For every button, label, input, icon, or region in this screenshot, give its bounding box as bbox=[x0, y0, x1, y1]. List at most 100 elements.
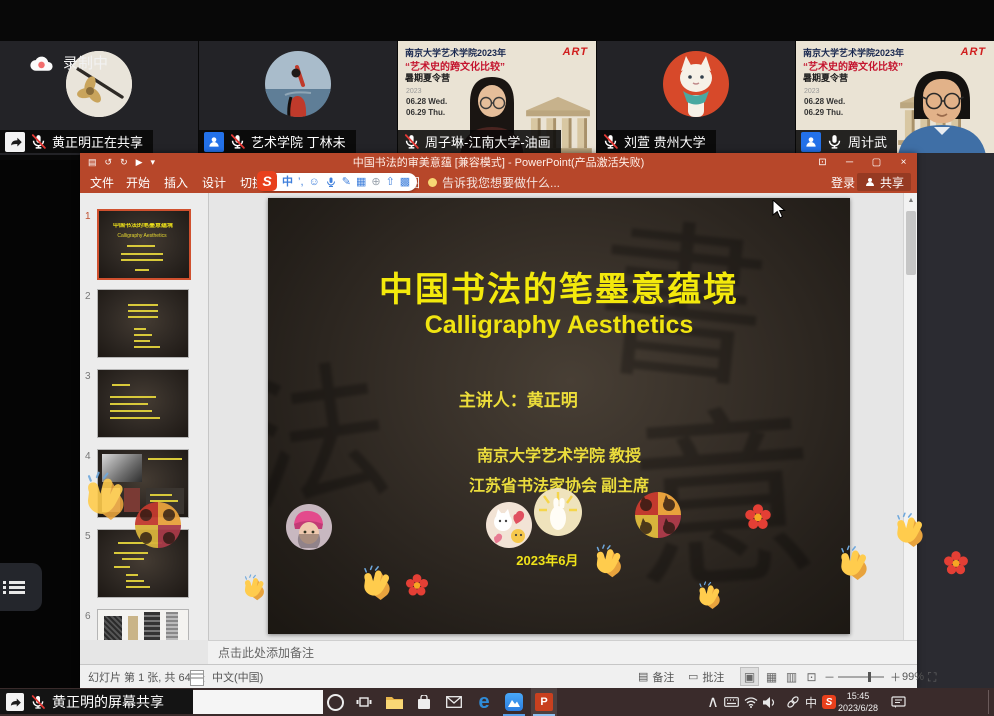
toolbox-icon[interactable]: ▩ bbox=[400, 173, 410, 191]
mic-muted-icon bbox=[602, 133, 619, 150]
network-icon[interactable] bbox=[742, 688, 760, 716]
zoom-slider-thumb[interactable] bbox=[868, 672, 871, 682]
clap-emoji bbox=[888, 512, 928, 552]
redo-button[interactable]: ↻ bbox=[120, 157, 128, 168]
ppt-title-bar: ▤ ↺ ↻ ▶ ▾ 中国书法的审美意蕴 [兼容模式] - PowerPoint(… bbox=[80, 153, 917, 171]
skin-icon[interactable]: ⇧ bbox=[386, 173, 395, 191]
normal-view-button[interactable]: ▣ bbox=[740, 667, 759, 686]
mail-icon[interactable] bbox=[441, 688, 467, 716]
fit-to-window-button[interactable]: ⛶ bbox=[928, 666, 936, 689]
scrollbar-thumb[interactable] bbox=[906, 211, 916, 275]
tab-insert[interactable]: 插入 bbox=[164, 171, 188, 193]
touch-keyboard-icon[interactable] bbox=[722, 688, 740, 716]
clap-emoji bbox=[238, 574, 268, 604]
person-icon bbox=[204, 132, 224, 152]
slide-title: 中国书法的笔墨意蕴境 bbox=[268, 262, 850, 311]
editor-scrollbar[interactable]: ▲ bbox=[903, 193, 917, 640]
cortana-icon[interactable] bbox=[322, 688, 348, 716]
keyboard-icon[interactable]: ▦ bbox=[356, 173, 366, 191]
comments-toggle-button[interactable]: ▭ 批注 bbox=[688, 665, 724, 688]
poster-year: 2023 bbox=[406, 88, 422, 95]
zoom-percentage[interactable]: 99% bbox=[902, 665, 924, 688]
slideshow-button[interactable]: ▶ bbox=[136, 157, 143, 168]
notes-toggle-label: 备注 bbox=[652, 669, 674, 685]
sogou-logo-icon[interactable]: S bbox=[257, 171, 277, 191]
video-strip: 黄正明正在共享 艺术学院 bbox=[0, 0, 994, 160]
video-tile-dinglinwei[interactable]: 艺术学院 丁林未 bbox=[199, 41, 397, 155]
restore-button[interactable]: ▢ bbox=[863, 153, 890, 171]
show-desktop-divider[interactable] bbox=[988, 690, 989, 714]
participant-panel-toggle[interactable] bbox=[0, 563, 42, 611]
slide-thumbnail-6[interactable] bbox=[97, 609, 189, 640]
language-indicator[interactable]: 中文(中国) bbox=[212, 665, 263, 688]
handwriting-pen-icon[interactable]: ✎ bbox=[342, 173, 351, 191]
notification-center-icon[interactable] bbox=[888, 688, 908, 716]
save-button[interactable]: ▤ bbox=[88, 157, 97, 168]
poster-date2: 06.29 Thu. bbox=[804, 108, 843, 117]
cloud-recording-icon bbox=[28, 53, 55, 73]
slide-thumbnail-panel[interactable]: 1 中国书法的笔墨意蕴境 Calligraphy Aesthetics 2 bbox=[80, 193, 209, 640]
tray-expand-icon[interactable]: ∧ bbox=[704, 688, 722, 716]
art-logo: ART bbox=[563, 46, 588, 58]
powerpoint-taskbar-icon[interactable]: P bbox=[531, 688, 557, 716]
participant-name-tag: 刘萱 贵州大学 bbox=[597, 130, 716, 153]
video-tile-zhouzilin[interactable]: 南京大学艺术学院2023年 “艺术史的跨文化比较” 暑期夏令营 2023 06.… bbox=[398, 41, 596, 155]
slide-thumbnail-2[interactable] bbox=[97, 289, 189, 358]
minimize-button[interactable]: ─ bbox=[836, 153, 863, 171]
file-explorer-icon[interactable] bbox=[381, 688, 407, 716]
zoom-slider[interactable] bbox=[838, 676, 884, 678]
voice-icon[interactable] bbox=[325, 176, 337, 188]
punctuation-icon[interactable]: ’, bbox=[298, 173, 304, 191]
ime-language-indicator[interactable]: 中 bbox=[802, 688, 820, 716]
ppt-letter: P bbox=[535, 693, 553, 711]
clock-date: 2023/6/28 bbox=[836, 702, 880, 714]
link-icon[interactable] bbox=[784, 688, 802, 716]
screenshot-icon[interactable]: ⊕ bbox=[371, 173, 380, 191]
close-button[interactable]: × bbox=[890, 153, 917, 171]
ribbon-display-options-button[interactable]: ⊡ bbox=[809, 153, 836, 171]
qat-dropdown[interactable]: ▾ bbox=[151, 157, 156, 168]
mic-on-icon bbox=[826, 133, 843, 150]
microsoft-store-icon[interactable] bbox=[411, 688, 437, 716]
spellcheck-icon[interactable] bbox=[190, 670, 204, 686]
reaction-sticker-popart-cats bbox=[635, 492, 681, 538]
notes-toggle-button[interactable]: ▤ 备注 bbox=[638, 665, 674, 688]
sogou-ime-toolbar[interactable]: S 中 ’, ☺ ✎ ▦ ⊕ ⇧ ▩ bbox=[257, 173, 417, 191]
zoom-in-button[interactable]: ＋ bbox=[890, 665, 901, 688]
emoji-icon[interactable]: ☺ bbox=[309, 173, 320, 191]
desktop-background bbox=[917, 153, 994, 688]
slide-subtitle: Calligraphy Aesthetics bbox=[268, 311, 850, 340]
sign-in-button[interactable]: 登录 bbox=[831, 171, 855, 193]
volume-icon[interactable] bbox=[760, 688, 778, 716]
taskbar-search-box[interactable] bbox=[193, 690, 323, 714]
notes-pane[interactable]: 点击此处添加备注 bbox=[208, 640, 917, 664]
zoom-out-button[interactable]: － bbox=[824, 665, 835, 688]
taskbar-clock[interactable]: 15:45 2023/6/28 bbox=[836, 690, 880, 714]
scroll-up-arrow[interactable]: ▲ bbox=[904, 193, 917, 207]
meeting-app-icon[interactable] bbox=[501, 688, 527, 716]
mic-muted-icon bbox=[229, 133, 246, 150]
slideshow-view-button[interactable]: ⊡ bbox=[802, 667, 821, 686]
slide-thumbnail-1[interactable]: 中国书法的笔墨意蕴境 Calligraphy Aesthetics bbox=[97, 209, 191, 280]
tell-me-box[interactable]: 告诉我您想要做什么... bbox=[428, 171, 560, 193]
mic-muted-icon bbox=[403, 133, 420, 150]
poster-year: 2023 bbox=[804, 88, 820, 95]
slide-date: 2023年6月 bbox=[268, 550, 827, 569]
task-view-icon[interactable] bbox=[351, 688, 377, 716]
participant-name-tag: 艺术学院 丁林未 bbox=[199, 130, 356, 153]
ime-mode-indicator[interactable]: 中 bbox=[282, 173, 293, 191]
slide-sorter-view-button[interactable]: ▦ bbox=[762, 667, 781, 686]
edge-browser-icon[interactable]: e bbox=[471, 688, 497, 716]
slide-thumbnail-3[interactable] bbox=[97, 369, 189, 438]
video-tile-liuxuan[interactable]: 刘萱 贵州大学 bbox=[597, 41, 795, 155]
tab-file[interactable]: 文件 bbox=[90, 171, 114, 193]
tab-design[interactable]: 设计 bbox=[202, 171, 226, 193]
undo-button[interactable]: ↺ bbox=[105, 157, 113, 168]
mic-muted-icon bbox=[30, 133, 47, 150]
tab-home[interactable]: 开始 bbox=[126, 171, 150, 193]
video-tile-zhoujiwu[interactable]: 南京大学艺术学院2023年 “艺术史的跨文化比较” 暑期夏令营 2023 06.… bbox=[796, 41, 994, 155]
participant-name-tag: 周子琳-江南大学-油画 bbox=[398, 130, 561, 153]
thumb-number: 4 bbox=[85, 451, 95, 462]
share-button[interactable]: 共享 bbox=[857, 173, 911, 191]
reading-view-button[interactable]: ▥ bbox=[782, 667, 801, 686]
